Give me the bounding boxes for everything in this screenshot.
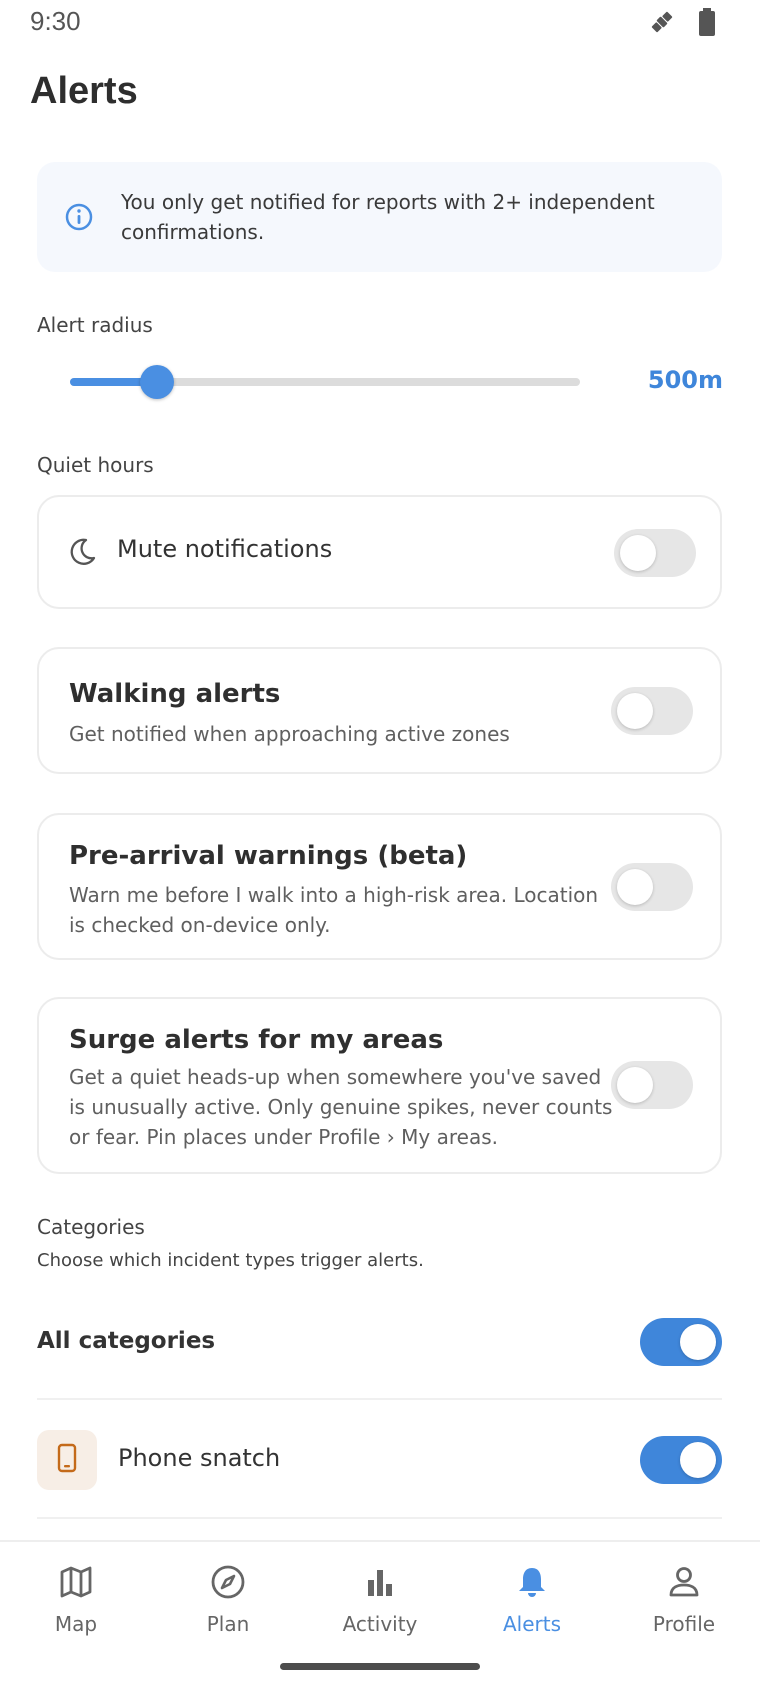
toggle-knob <box>680 1324 716 1360</box>
nav-item-profile[interactable]: Profile <box>614 1562 754 1636</box>
mute-notifications-label: Mute notifications <box>117 535 333 563</box>
bell-icon <box>462 1562 602 1602</box>
info-icon <box>63 201 95 233</box>
divider <box>37 1398 722 1400</box>
quiet-hours-label: Quiet hours <box>37 453 154 477</box>
phone-snatch-toggle[interactable] <box>640 1436 722 1484</box>
satellite-icon <box>648 8 676 40</box>
categories-subtitle: Choose which incident types trigger aler… <box>37 1250 424 1271</box>
alert-radius-label: Alert radius <box>37 313 153 337</box>
home-indicator <box>280 1663 480 1670</box>
category-icon-box <box>37 1430 97 1490</box>
nav-label-map: Map <box>54 1612 98 1636</box>
nav-label-alerts: Alerts <box>502 1612 562 1636</box>
info-banner-text: You only get notified for reports with 2… <box>121 190 655 244</box>
nav-item-alerts[interactable]: Alerts <box>462 1562 602 1636</box>
categories-label: Categories <box>37 1215 145 1239</box>
walking-alerts-desc: Get notified when approaching active zon… <box>69 722 510 746</box>
pre-arrival-warnings-toggle[interactable] <box>611 863 693 911</box>
toggle-knob <box>680 1442 716 1478</box>
category-label: Phone snatch <box>118 1444 281 1472</box>
walking-alerts-title: Walking alerts <box>69 679 281 709</box>
surge-alerts-desc: Get a quiet heads-up when somewhere you'… <box>69 1065 613 1149</box>
surge-alerts-title: Surge alerts for my areas <box>69 1025 444 1055</box>
surge-alerts-toggle[interactable] <box>611 1061 693 1109</box>
nav-label-profile: Profile <box>652 1612 716 1636</box>
toggle-knob <box>617 869 653 905</box>
walking-alerts-toggle[interactable] <box>611 687 693 735</box>
nav-item-map[interactable]: Map <box>6 1562 146 1636</box>
pre-arrival-warnings-title: Pre-arrival warnings (beta) <box>69 841 468 871</box>
all-categories-label: All categories <box>37 1328 216 1354</box>
alert-radius-slider[interactable] <box>70 365 580 399</box>
info-banner: You only get notified for reports with 2… <box>37 162 722 272</box>
nav-label-plan: Plan <box>206 1612 250 1636</box>
status-bar: 9:30 <box>0 0 760 44</box>
nav-item-activity[interactable]: Activity <box>310 1562 450 1636</box>
slider-thumb[interactable] <box>139 365 174 399</box>
walking-alerts-card: Walking alerts Get notified when approac… <box>37 647 722 774</box>
status-time: 9:30 <box>30 6 81 36</box>
moon-icon <box>67 537 97 571</box>
status-icons <box>648 8 716 40</box>
battery-icon <box>698 8 716 40</box>
compass-icon <box>158 1562 298 1602</box>
bar-chart-icon <box>310 1562 450 1602</box>
phone-icon <box>56 1443 78 1477</box>
toggle-knob <box>620 535 656 571</box>
nav-item-plan[interactable]: Plan <box>158 1562 298 1636</box>
pre-arrival-warnings-card: Pre-arrival warnings (beta) Warn me befo… <box>37 813 722 960</box>
mute-notifications-card: Mute notifications <box>37 495 722 609</box>
page-title: Alerts <box>30 70 138 112</box>
map-icon <box>6 1562 146 1602</box>
pre-arrival-warnings-desc: Warn me before I walk into a high-risk a… <box>69 883 599 937</box>
all-categories-toggle[interactable] <box>640 1318 722 1366</box>
category-row-phone-snatch: Phone snatch <box>37 1430 722 1490</box>
nav-label-activity: Activity <box>342 1612 418 1636</box>
surge-alerts-card: Surge alerts for my areas Get a quiet he… <box>37 997 722 1174</box>
toggle-knob <box>617 693 653 729</box>
person-icon <box>614 1562 754 1602</box>
mute-notifications-toggle[interactable] <box>614 529 696 577</box>
all-categories-row: All categories <box>37 1318 722 1366</box>
toggle-knob <box>617 1067 653 1103</box>
alert-radius-value: 500m <box>647 366 723 394</box>
divider <box>37 1517 722 1519</box>
